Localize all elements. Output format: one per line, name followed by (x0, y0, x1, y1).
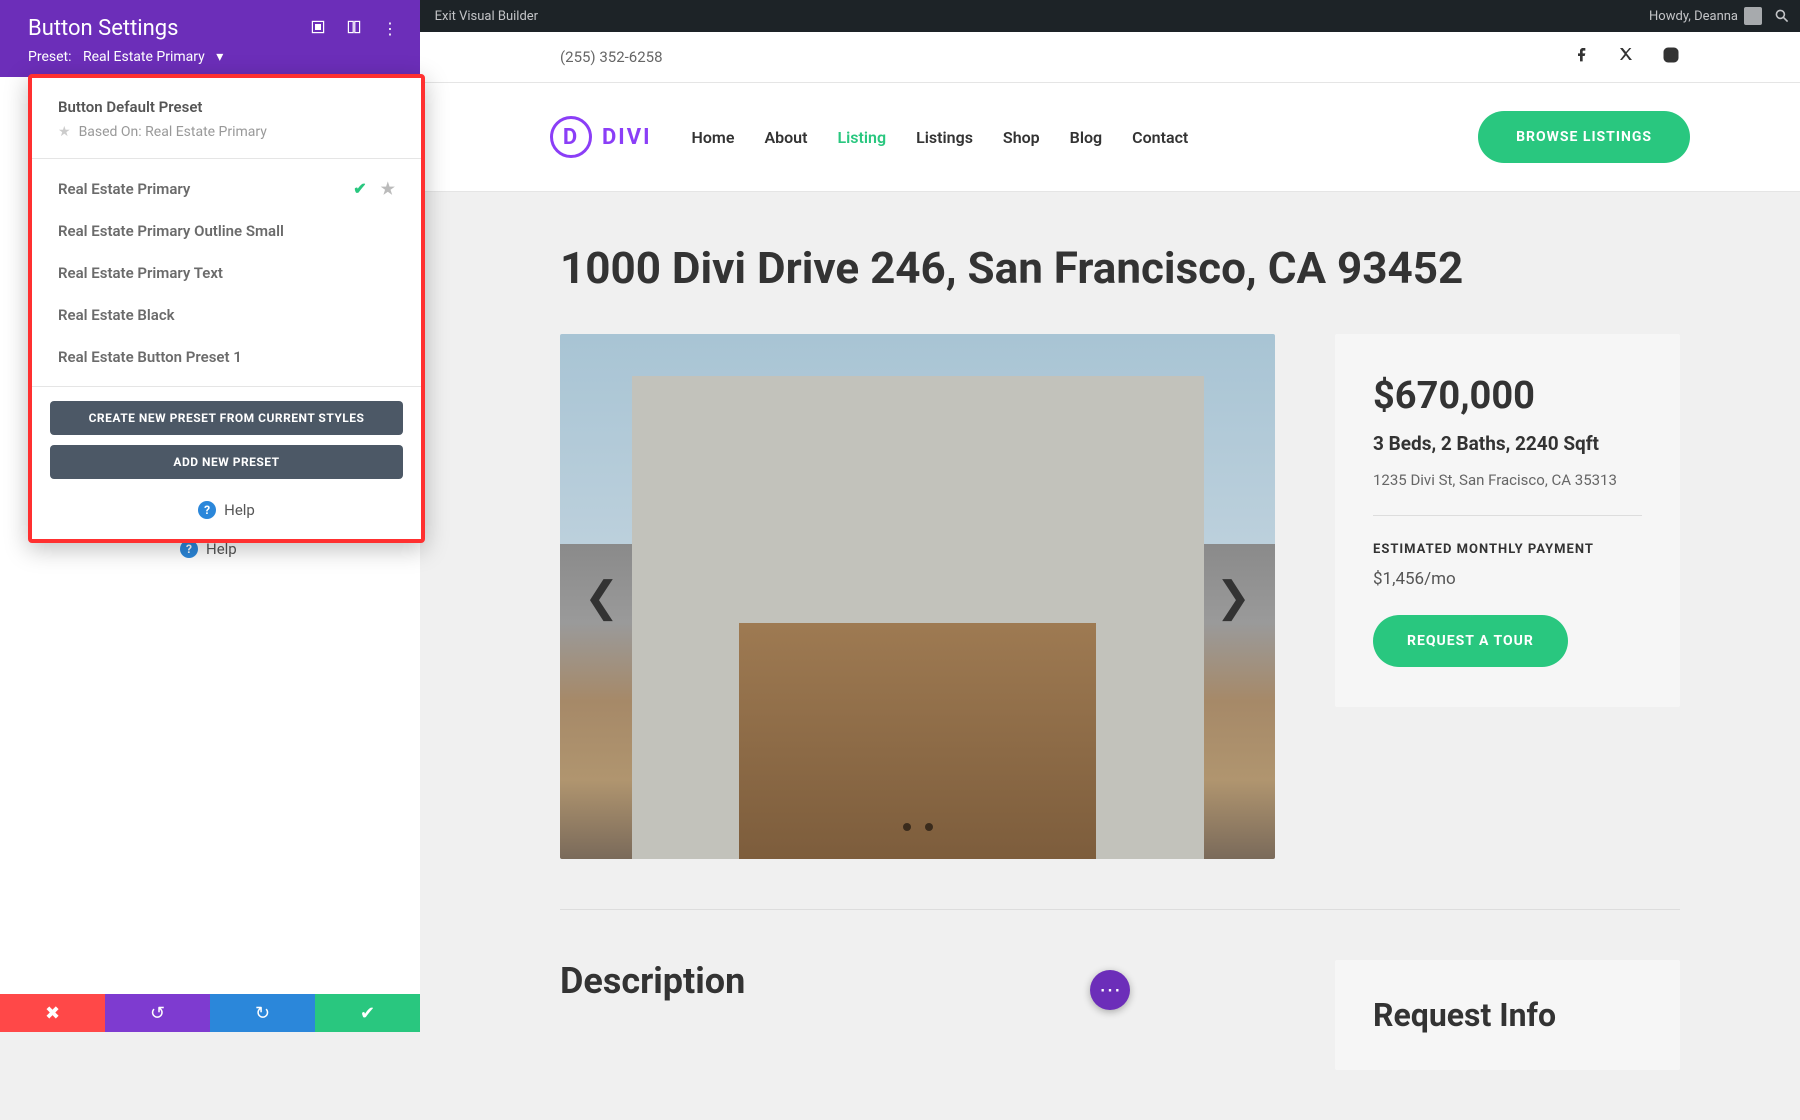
preset-item[interactable]: Real Estate Black (32, 294, 421, 336)
estimate-value: $1,456/mo (1373, 569, 1642, 589)
property-price: $670,000 (1373, 374, 1642, 418)
save-button[interactable]: ✔ (315, 994, 420, 1032)
cancel-button[interactable]: ✖ (0, 994, 105, 1032)
x-icon[interactable] (1618, 46, 1634, 68)
property-specs: 3 Beds, 2 Baths, 2240 Sqft (1373, 432, 1642, 455)
search-icon[interactable] (1774, 8, 1790, 24)
gallery-dot[interactable] (903, 823, 911, 831)
howdy-link[interactable]: Howdy, Deanna (1649, 7, 1762, 25)
check-icon: ✔ (353, 179, 366, 198)
preset-item[interactable]: Real Estate Primary Outline Small (32, 210, 421, 252)
more-icon[interactable]: ⋮ (382, 19, 398, 39)
preset-item[interactable]: Real Estate Primary✔★ (32, 167, 421, 210)
facebook-icon[interactable] (1574, 46, 1590, 68)
logo-icon: D (550, 116, 592, 158)
social-links (1574, 46, 1680, 68)
redo-button[interactable]: ↻ (210, 994, 315, 1032)
preset-item[interactable]: Real Estate Primary Text (32, 252, 421, 294)
module-options-fab[interactable]: ⋯ (1090, 970, 1130, 1010)
gallery-dots (903, 823, 933, 831)
main-menu: Home About Listing Listings Shop Blog Contact (692, 128, 1189, 147)
preset-item[interactable]: Real Estate Button Preset 1 (32, 336, 421, 378)
page-title: 1000 Divi Drive 246, San Francisco, CA 9… (560, 242, 1680, 294)
exit-vb-link[interactable]: Exit Visual Builder (435, 9, 538, 24)
nav-item-shop[interactable]: Shop (1003, 128, 1040, 147)
estimate-label: ESTIMATED MONTHLY PAYMENT (1373, 542, 1642, 557)
expand-icon[interactable] (346, 19, 362, 39)
nav-item-listing[interactable]: Listing (837, 128, 886, 147)
gallery-prev-icon[interactable]: ❮ (584, 572, 619, 622)
property-address: 1235 Divi St, San Fracisco, CA 35313 (1373, 471, 1642, 516)
panel-footer: ✖ ↺ ↻ ✔ (0, 994, 420, 1032)
request-info-card: Request Info (1335, 960, 1680, 1070)
panel-header: Button Settings ⋮ Preset: Real Estate Pr… (0, 0, 420, 77)
add-preset-button[interactable]: ADD NEW PRESET (50, 445, 403, 479)
chevron-down-icon: ▾ (216, 49, 223, 65)
panel-title-text: Button Settings (28, 16, 179, 41)
phone-number: (255) 352-6258 (560, 48, 663, 66)
description-heading: Description (560, 960, 1275, 1002)
nav-item-home[interactable]: Home (692, 128, 735, 147)
dropdown-help-link[interactable]: ? Help (32, 485, 421, 531)
gallery-next-icon[interactable]: ❯ (1216, 572, 1251, 622)
preset-dropdown-toggle[interactable]: Preset: Real Estate Primary ▾ (28, 49, 398, 65)
preset-dropdown: Button Default Preset ★ Based On: Real E… (28, 74, 425, 543)
default-preset-label[interactable]: Button Default Preset (58, 98, 395, 116)
avatar (1744, 7, 1762, 25)
star-icon: ★ (381, 179, 395, 198)
property-gallery: ❮ ❯ (560, 334, 1275, 859)
logo[interactable]: D DIVI (550, 116, 652, 158)
request-tour-button[interactable]: REQUEST A TOUR (1373, 615, 1568, 667)
gallery-dot[interactable] (925, 823, 933, 831)
property-summary-card: $670,000 3 Beds, 2 Baths, 2240 Sqft 1235… (1335, 334, 1680, 707)
logo-text: DIVI (602, 125, 652, 150)
create-preset-button[interactable]: CREATE NEW PRESET FROM CURRENT STYLES (50, 401, 403, 435)
help-icon: ? (198, 501, 216, 519)
snap-icon[interactable] (310, 19, 326, 39)
based-on-label: ★ Based On: Real Estate Primary (58, 124, 395, 140)
nav-item-listings[interactable]: Listings (916, 128, 973, 147)
browse-listings-button[interactable]: BROWSE LISTINGS (1478, 111, 1690, 163)
nav-item-about[interactable]: About (764, 128, 807, 147)
instagram-icon[interactable] (1662, 46, 1680, 68)
undo-button[interactable]: ↺ (105, 994, 210, 1032)
request-info-heading: Request Info (1373, 996, 1642, 1034)
preset-list: Real Estate Primary✔★Real Estate Primary… (32, 159, 421, 387)
star-icon: ★ (58, 124, 71, 140)
nav-item-blog[interactable]: Blog (1070, 128, 1102, 147)
nav-item-contact[interactable]: Contact (1132, 128, 1188, 147)
